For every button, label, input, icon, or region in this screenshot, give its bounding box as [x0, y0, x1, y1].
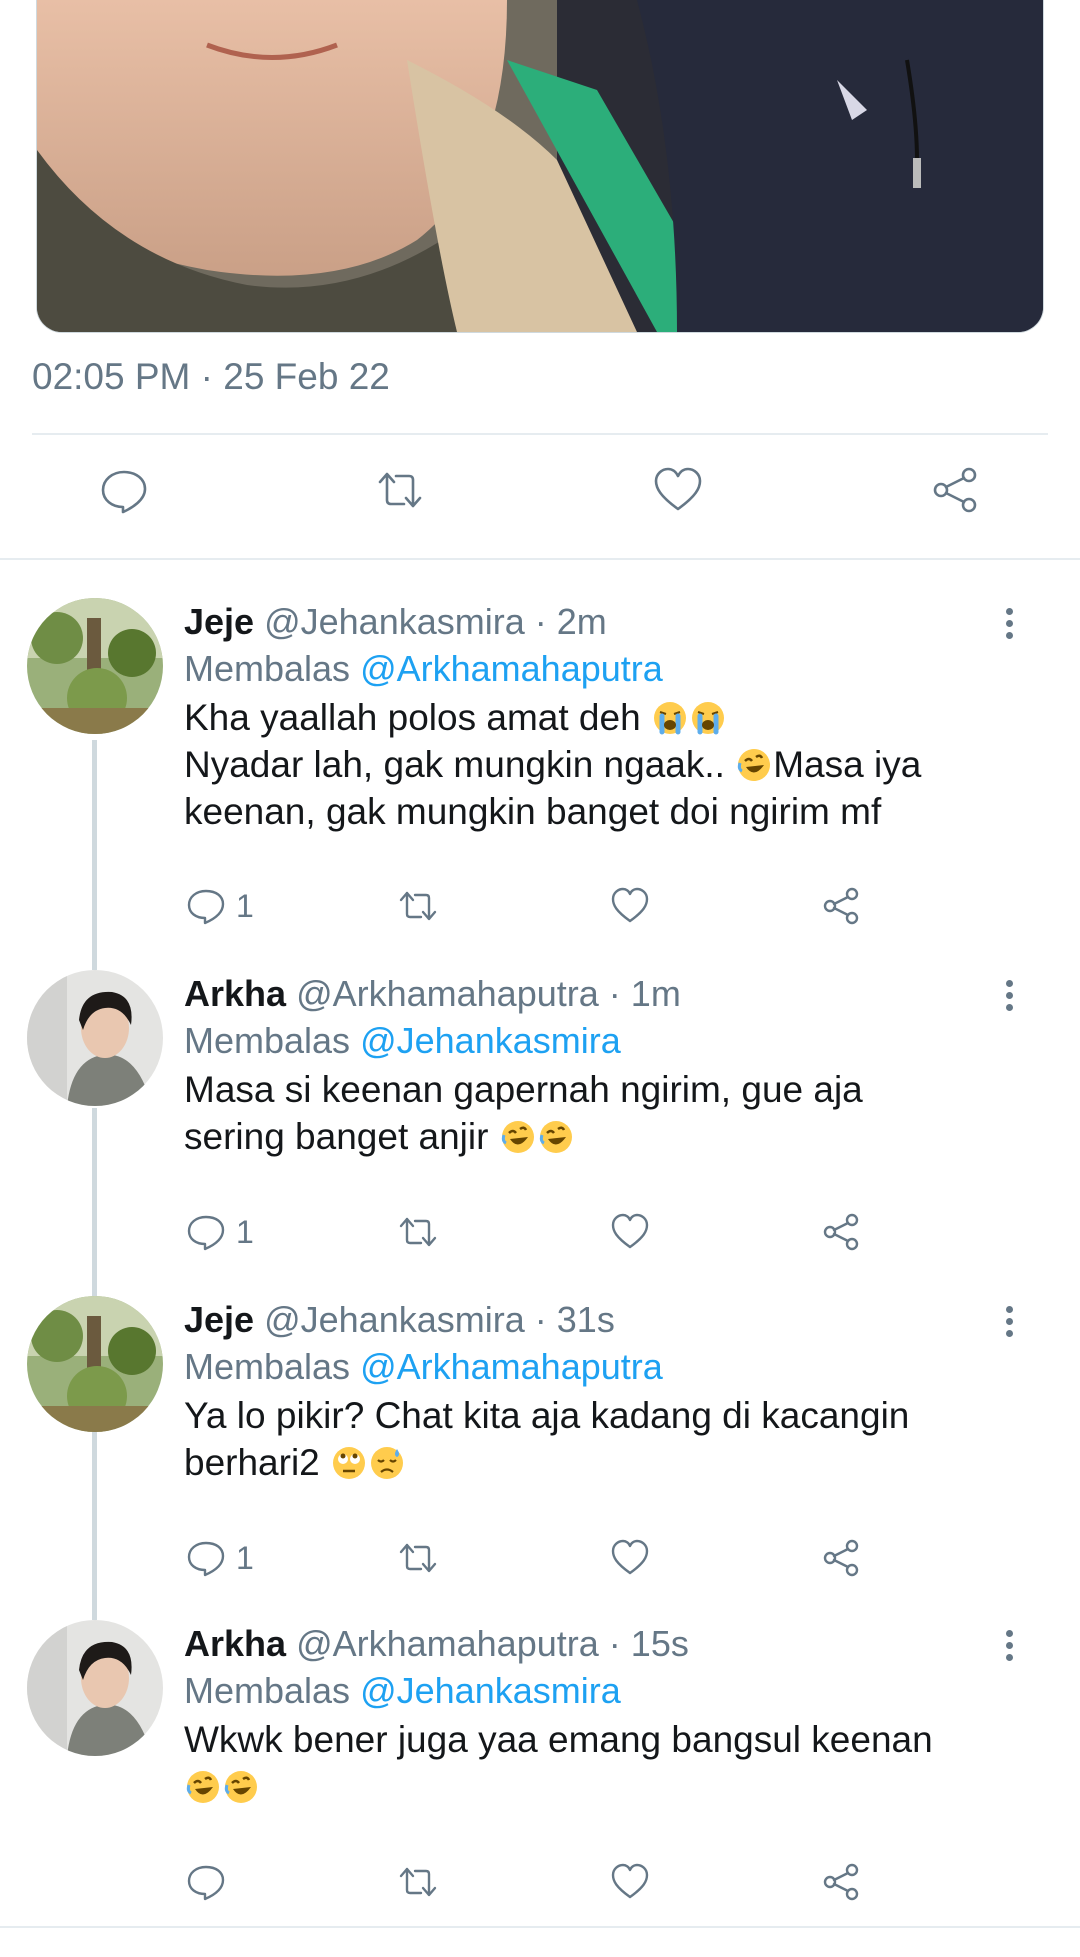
retweet-icon[interactable]	[396, 1210, 440, 1254]
heart-icon[interactable]	[608, 884, 652, 928]
replying-label: Membalas	[184, 1020, 351, 1061]
rofl-face-icon	[501, 1121, 534, 1153]
thread-connector	[92, 1108, 97, 1296]
avatar[interactable]	[27, 1620, 163, 1756]
text-line: Ya lo pikir? Chat kita aja kadang di kac…	[184, 1395, 910, 1436]
more-vertical-icon[interactable]	[994, 976, 1024, 1016]
share-icon[interactable]	[820, 1210, 864, 1254]
user-handle[interactable]: @Jehankasmira	[264, 601, 525, 642]
heart-icon[interactable]	[650, 462, 706, 518]
separator-dot: ·	[534, 1299, 547, 1340]
mention-link[interactable]: @Arkhamahaputra	[360, 648, 663, 689]
reply-text: Masa si keenan gapernah ngirim, gue aja …	[184, 1066, 1014, 1160]
text-line: berhari2	[184, 1442, 320, 1483]
reply-action-bar: 1	[0, 884, 1080, 934]
reply-icon[interactable]	[96, 462, 152, 518]
replying-to: Membalas @Jehankasmira	[184, 1017, 621, 1065]
reply-action-bar: 1	[0, 1536, 1080, 1586]
retweet-icon[interactable]	[396, 1860, 440, 1904]
retweet-icon[interactable]	[396, 1536, 440, 1580]
mention-link[interactable]: @Arkhamahaputra	[360, 1346, 663, 1387]
tweet-media-photo[interactable]	[36, 0, 1044, 333]
user-handle[interactable]: @Arkhamahaputra	[296, 1623, 599, 1664]
reply-action-bar	[0, 1860, 1080, 1910]
reply-header: Arkha @Arkhamahaputra · 1m	[184, 970, 681, 1018]
reply-header: Jeje @Jehankasmira · 31s	[184, 1296, 615, 1344]
text-line: keenan, gak mungkin banget doi ngirim mf	[184, 791, 882, 832]
replying-to: Membalas @Arkhamahaputra	[184, 1343, 663, 1391]
heart-icon[interactable]	[608, 1210, 652, 1254]
avatar[interactable]	[27, 970, 163, 1106]
reply-button[interactable]: 1	[184, 1536, 254, 1580]
more-vertical-icon[interactable]	[994, 1626, 1024, 1666]
more-vertical-icon[interactable]	[994, 1302, 1024, 1342]
reply-count: 1	[236, 1539, 254, 1576]
reply-text: Wkwk bener juga yaa emang bangsul keenan	[184, 1716, 1014, 1810]
separator-dot: ·	[608, 973, 621, 1014]
reply-header: Arkha @Arkhamahaputra · 15s	[184, 1620, 689, 1668]
reply-button[interactable]	[184, 1860, 236, 1904]
rofl-face-icon	[186, 1771, 219, 1803]
retweet-icon[interactable]	[396, 884, 440, 928]
tweet-action-bar	[0, 462, 1080, 532]
text-line: Wkwk bener juga yaa emang bangsul keenan	[184, 1719, 933, 1760]
replying-label: Membalas	[184, 648, 351, 689]
share-icon[interactable]	[820, 884, 864, 928]
crying-face-icon	[653, 702, 686, 735]
avatar[interactable]	[27, 1296, 163, 1432]
rofl-face-icon	[738, 749, 771, 781]
reply-time: 15s	[630, 1623, 689, 1664]
user-display-name[interactable]: Arkha	[184, 1623, 286, 1664]
reply-time: 1m	[630, 973, 681, 1014]
reply-count: 1	[236, 887, 254, 924]
user-display-name[interactable]: Jeje	[184, 1299, 254, 1340]
more-vertical-icon[interactable]	[994, 604, 1024, 644]
reply-text: Kha yaallah polos amat deh Nyadar lah, g…	[184, 694, 1014, 835]
text-line: Masa iya	[773, 744, 922, 785]
divider	[32, 433, 1048, 435]
separator-dot: ·	[534, 601, 547, 642]
text-line: sering banget anjir	[184, 1116, 489, 1157]
crying-face-icon	[691, 702, 724, 735]
thread-connector	[92, 740, 97, 970]
mention-link[interactable]: @Jehankasmira	[360, 1670, 621, 1711]
reply-time: 2m	[556, 601, 607, 642]
sad-sweat-face-icon	[371, 1447, 404, 1479]
user-handle[interactable]: @Arkhamahaputra	[296, 973, 599, 1014]
reply-count: 1	[236, 1213, 254, 1250]
avatar[interactable]	[27, 598, 163, 734]
heart-icon[interactable]	[608, 1536, 652, 1580]
share-icon[interactable]	[820, 1860, 864, 1904]
replying-to: Membalas @Arkhamahaputra	[184, 645, 663, 693]
reply-header: Jeje @Jehankasmira · 2m	[184, 598, 607, 646]
mention-link[interactable]: @Jehankasmira	[360, 1020, 621, 1061]
tweet-timestamp: 02:05 PM · 25 Feb 22	[32, 356, 390, 397]
replying-label: Membalas	[184, 1346, 351, 1387]
reply-action-bar: 1	[0, 1210, 1080, 1260]
retweet-icon[interactable]	[372, 462, 428, 518]
divider	[0, 558, 1080, 560]
divider	[0, 1926, 1080, 1928]
separator-dot: ·	[608, 1623, 621, 1664]
replying-label: Membalas	[184, 1670, 351, 1711]
share-icon[interactable]	[820, 1536, 864, 1580]
user-display-name[interactable]: Arkha	[184, 973, 286, 1014]
eye-roll-face-icon	[333, 1447, 366, 1479]
text-line: Masa si keenan gapernah ngirim, gue aja	[184, 1069, 863, 1110]
share-icon[interactable]	[928, 462, 984, 518]
text-line: Nyadar lah, gak mungkin ngaak..	[184, 744, 725, 785]
thread-connector	[92, 1432, 97, 1620]
reply-text: Ya lo pikir? Chat kita aja kadang di kac…	[184, 1392, 1014, 1486]
user-handle[interactable]: @Jehankasmira	[264, 1299, 525, 1340]
text-line: Kha yaallah polos amat deh	[184, 697, 641, 738]
reply-button[interactable]: 1	[184, 884, 254, 928]
rofl-face-icon	[539, 1121, 572, 1153]
reply-button[interactable]: 1	[184, 1210, 254, 1254]
user-display-name[interactable]: Jeje	[184, 601, 254, 642]
replying-to: Membalas @Jehankasmira	[184, 1667, 621, 1715]
heart-icon[interactable]	[608, 1860, 652, 1904]
reply-time: 31s	[556, 1299, 615, 1340]
rofl-face-icon	[224, 1771, 257, 1803]
